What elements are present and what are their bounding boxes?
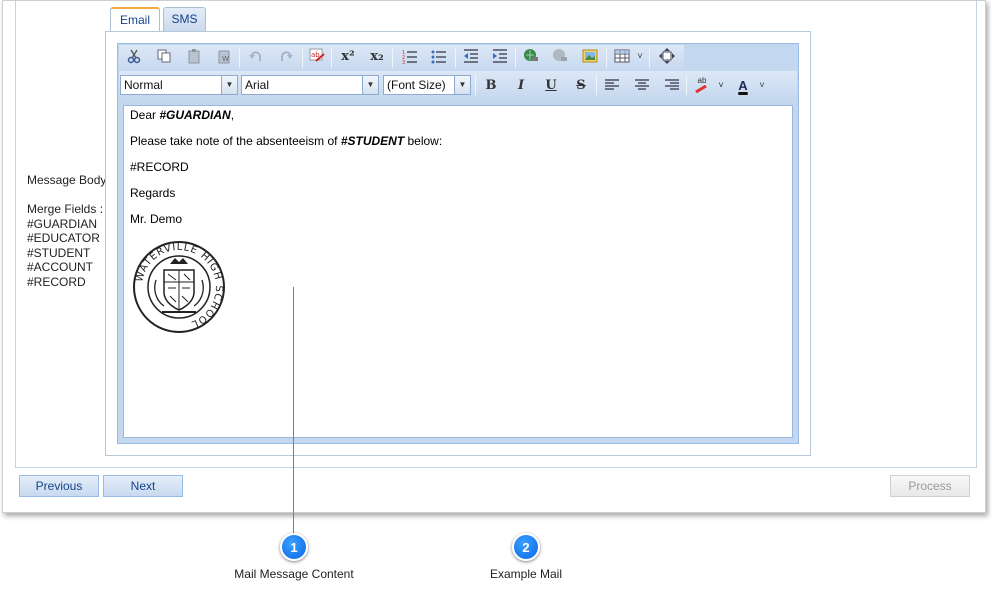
toolbar-separator: [331, 48, 332, 68]
message-body-label: Message Body: [27, 173, 107, 187]
merge-field-educator: #EDUCATOR: [27, 231, 100, 245]
student-field: #STUDENT: [340, 134, 405, 148]
outdent-icon[interactable]: [460, 45, 482, 67]
bullet-list-icon[interactable]: [428, 45, 450, 67]
paste-icon[interactable]: [183, 45, 205, 67]
font-family-select-value: Arial: [245, 78, 270, 92]
copy-icon[interactable]: [153, 45, 175, 67]
superscript-icon[interactable]: x²: [337, 45, 359, 67]
toolbar-separator: [455, 48, 456, 68]
record-line: #RECORD: [130, 160, 189, 174]
format-select[interactable]: Normal ▼: [120, 75, 238, 95]
svg-text:W: W: [222, 55, 229, 63]
school-crest-image: WATERVILLE HIGH SCHOOL: [132, 240, 226, 337]
font-color-icon[interactable]: A: [732, 74, 754, 96]
subscript-icon[interactable]: x₂: [366, 45, 388, 67]
numbered-list-icon[interactable]: 123: [399, 45, 421, 67]
toolbar-separator: [606, 48, 607, 68]
merge-field-record: #RECORD: [27, 275, 86, 289]
callout-badge-1[interactable]: 1: [280, 533, 308, 561]
chevron-down-icon: ▼: [454, 76, 470, 94]
absentee-text: Please take note of the absenteeism of: [130, 134, 341, 148]
chevron-down-icon[interactable]: ˅: [634, 45, 646, 67]
font-color-letter: A: [738, 77, 748, 93]
merge-field-student: #STUDENT: [27, 246, 91, 260]
svg-text:3: 3: [402, 60, 405, 64]
merge-fields-label: Merge Fields :: [27, 202, 104, 216]
greeting-comma: ,: [230, 108, 235, 122]
chevron-down-icon: ▼: [362, 76, 378, 94]
callout-connector-line: [293, 287, 294, 535]
highlight-letter: ab: [697, 76, 707, 85]
italic-button[interactable]: I: [510, 74, 532, 96]
remove-link-icon[interactable]: [549, 45, 571, 67]
next-button[interactable]: Next: [103, 475, 183, 497]
toolbar-row-1: W ab x² x₂ 123 ˅: [119, 45, 684, 71]
font-size-select-value: (Font Size): [387, 78, 446, 92]
chevron-down-icon: ▼: [221, 76, 237, 94]
toolbar-separator: [302, 48, 303, 68]
bold-button[interactable]: B: [480, 74, 502, 96]
toolbar-separator: [392, 48, 393, 68]
chevron-down-icon[interactable]: ˅: [715, 74, 727, 96]
toolbar-separator: [475, 75, 476, 95]
format-select-value: Normal: [124, 78, 163, 92]
align-center-icon[interactable]: [631, 74, 653, 96]
toolbar-separator: [686, 75, 687, 95]
cut-icon[interactable]: [123, 45, 145, 67]
callout-label-2: Example Mail: [489, 567, 563, 581]
greeting-text: Dear: [130, 108, 160, 122]
underline-button[interactable]: U: [540, 74, 562, 96]
redo-icon[interactable]: [275, 45, 297, 67]
signature-line: Mr. Demo: [130, 212, 183, 226]
align-left-icon[interactable]: [601, 74, 623, 96]
strikethrough-button[interactable]: S: [570, 74, 592, 96]
merge-field-guardian: #GUARDIAN: [27, 217, 98, 231]
chevron-down-icon[interactable]: ˅: [756, 74, 768, 96]
absentee-suffix: below:: [404, 134, 443, 148]
wizard-frame: Message Body Merge Fields : #GUARDIAN #E…: [2, 0, 986, 513]
tab-sms[interactable]: SMS: [163, 7, 206, 32]
spellcheck-icon[interactable]: ab: [306, 45, 328, 67]
table-icon[interactable]: [611, 45, 633, 67]
toolbar-separator: [515, 48, 516, 68]
merge-field-account: #ACCOUNT: [27, 260, 94, 274]
regards-line: Regards: [130, 186, 176, 200]
paste-word-icon[interactable]: W: [213, 45, 235, 67]
undo-icon[interactable]: [245, 45, 267, 67]
previous-button[interactable]: Previous: [19, 475, 99, 497]
toolbar-separator: [239, 48, 240, 68]
message-body-editor[interactable]: Dear #GUARDIAN, Please take note of the …: [123, 105, 793, 438]
toolbar-separator: [649, 48, 650, 68]
greeting-line: Dear #GUARDIAN,: [130, 108, 786, 122]
callout-badge-2[interactable]: 2: [512, 533, 540, 561]
indent-icon[interactable]: [489, 45, 511, 67]
font-size-select[interactable]: (Font Size) ▼: [383, 75, 471, 95]
font-family-select[interactable]: Arial ▼: [241, 75, 379, 95]
rich-text-editor: W ab x² x₂ 123 ˅ Normal ▼ Arial ▼ (Font …: [117, 43, 799, 444]
toolbar-row-2: Normal ▼ Arial ▼ (Font Size) ▼ B I U S a…: [119, 71, 797, 99]
insert-link-icon[interactable]: [520, 45, 542, 67]
callout-label-1: Mail Message Content: [234, 567, 354, 581]
fullscreen-icon[interactable]: [656, 45, 678, 67]
insert-image-icon[interactable]: [579, 45, 601, 67]
align-right-icon[interactable]: [661, 74, 683, 96]
highlight-color-icon[interactable]: ab: [691, 74, 713, 96]
absentee-line: Please take note of the absenteeism of #…: [130, 134, 786, 148]
process-button[interactable]: Process: [890, 475, 970, 497]
tab-email[interactable]: Email: [110, 7, 160, 33]
toolbar-separator: [596, 75, 597, 95]
guardian-field: #GUARDIAN: [159, 108, 231, 122]
